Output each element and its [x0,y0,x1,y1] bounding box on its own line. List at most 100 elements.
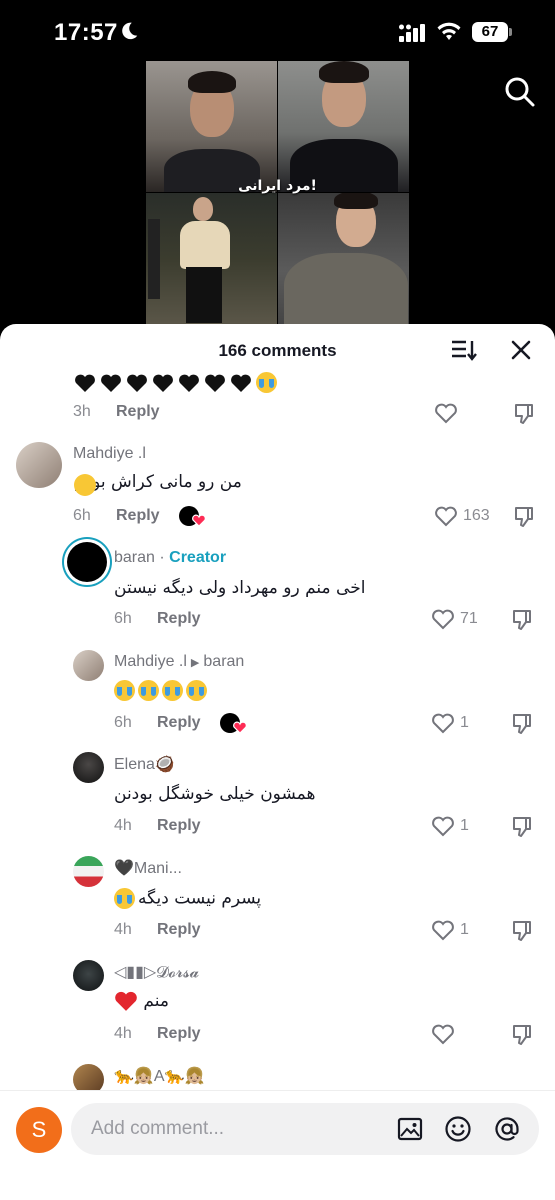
like-heart-icon[interactable] [434,402,458,424]
comment-username[interactable]: baran · Creator [114,549,226,567]
comment-time: 3h [73,403,91,420]
dislike-icon[interactable] [510,1023,534,1047]
reply-button[interactable]: Reply [116,403,160,421]
reply-button[interactable]: Reply [157,921,201,939]
comment-username[interactable]: 🐆👧🏼A🐆👧🏼 [114,1066,204,1086]
dislike-icon[interactable] [510,919,534,943]
image-picker-icon[interactable] [396,1115,424,1143]
search-icon[interactable] [502,74,536,108]
comment-time: 4h [114,921,132,938]
dislike-icon[interactable] [510,608,534,632]
comment-time: 6h [73,507,91,524]
dislike-icon[interactable] [510,815,534,839]
dislike-icon[interactable] [512,505,536,529]
status-bar: 17:57 67 [0,0,555,62]
comment-text: اخی منم رو مهرداد ولی دیگه نیستن [114,578,366,598]
like-heart-icon[interactable] [431,919,455,941]
like-count: 1 [460,714,469,731]
comment-username[interactable]: 🖤Mani... [114,858,182,878]
photo-tile-1 [146,61,277,192]
comment-input[interactable] [91,1103,391,1155]
username-text: Mahdiye .l [114,653,187,670]
reply-button[interactable]: Reply [157,610,201,628]
avatar[interactable] [73,752,104,783]
video-thumbnail[interactable]: مرد ایرانی! [146,61,409,324]
comments-sheet: 166 comments 3h Reply Mahdiye .l من رو م… [0,324,555,1200]
black-heart-icon [126,373,148,393]
comment-item: Mahdiye .l من رو مانی کراش بودم 6h Reply… [0,438,555,538]
comment-input-wrapper[interactable] [71,1103,539,1155]
crying-face-icon [138,680,159,701]
comment-item: baran · Creator اخی منم رو مهرداد ولی دی… [0,540,555,640]
wifi-icon [437,22,461,40]
reply-button[interactable]: Reply [157,1025,201,1043]
photo-tile-4 [278,193,409,324]
like-count: 163 [463,507,490,524]
avatar[interactable] [73,960,104,991]
like-heart-icon[interactable] [431,712,455,734]
crying-face-icon [114,680,135,701]
comment-text-content: من رو مانی کراش بودم [74,472,242,492]
like-heart-icon[interactable] [431,815,455,837]
video-caption: مرد ایرانی! [238,178,317,194]
like-heart-icon[interactable] [431,1023,455,1045]
comment-item: 🖤Mani... پسرم نیست دیگه 4h Reply 1 [0,854,555,954]
photo-tile-2 [278,61,409,192]
reply-button[interactable]: Reply [157,817,201,835]
comment-username[interactable]: Mahdiye .l ▶ baran [114,653,244,671]
screen: 17:57 67 مرد ایرانی! 166 comments 3h Rep… [0,0,555,1200]
comment-text: همشون خیلی خوشگل بودنن [114,784,316,804]
my-avatar[interactable]: S [16,1107,62,1153]
photo-tile-3 [146,193,277,324]
crying-face-icon [114,888,135,909]
dislike-icon[interactable] [512,402,536,426]
reply-to-username: baran [203,653,245,670]
comment-text-content: منم [143,991,169,1011]
creator-liked-icon [179,506,206,527]
comment-text [114,680,210,701]
crying-face-icon [186,680,207,701]
comment-text: پسرم نیست دیگه [114,888,261,909]
status-time: 17:57 [54,19,118,46]
reply-button[interactable]: Reply [116,507,160,525]
comment-text: منم [114,990,169,1012]
like-heart-icon[interactable] [434,505,458,527]
do-not-disturb-moon-icon [122,22,138,40]
comment-time: 6h [114,714,132,731]
smile-emoji-icon [74,474,96,496]
reply-button[interactable]: Reply [157,714,201,732]
emoji-icon[interactable] [444,1115,472,1143]
comment-time: 4h [114,817,132,834]
comment-composer: S [0,1090,555,1200]
avatar[interactable] [16,442,62,488]
black-heart-icon [152,373,174,393]
mention-icon[interactable] [493,1115,521,1143]
comment-item: 🐆👧🏼A🐆👧🏼 [0,1062,555,1095]
comment-item: ◁▮▮▷𝓓𝓸𝓻𝓼𝓪 منم 4h Reply [0,958,555,1058]
dislike-icon[interactable] [510,712,534,736]
comment-item: 3h Reply [0,368,555,428]
black-heart-icon [100,373,122,393]
username-text: baran [114,549,155,566]
comment-username[interactable]: Elena🥥 [114,754,175,774]
black-heart-icon [178,373,200,393]
comment-username[interactable]: Mahdiye .l [73,445,146,463]
creator-avatar[interactable] [67,542,107,582]
sort-icon[interactable] [450,338,478,362]
avatar[interactable] [73,650,104,681]
black-heart-icon [230,373,252,393]
like-count: 71 [460,610,478,627]
battery-level: 67 [472,22,508,42]
comment-item: Mahdiye .l ▶ baran 6h Reply 1 [0,646,555,746]
like-heart-icon[interactable] [431,608,455,630]
comment-username[interactable]: ◁▮▮▷𝓓𝓸𝓻𝓼𝓪 [114,962,199,982]
close-icon[interactable] [509,338,533,362]
comment-time: 6h [114,610,132,627]
comment-item: Elena🥥 همشون خیلی خوشگل بودنن 4h Reply 1 [0,750,555,850]
creator-tag: Creator [169,549,227,566]
crying-face-icon [162,680,183,701]
reply-to-arrow-icon: ▶ [190,657,200,669]
comment-text [74,372,280,393]
avatar[interactable] [73,856,104,887]
like-count: 1 [460,817,469,834]
